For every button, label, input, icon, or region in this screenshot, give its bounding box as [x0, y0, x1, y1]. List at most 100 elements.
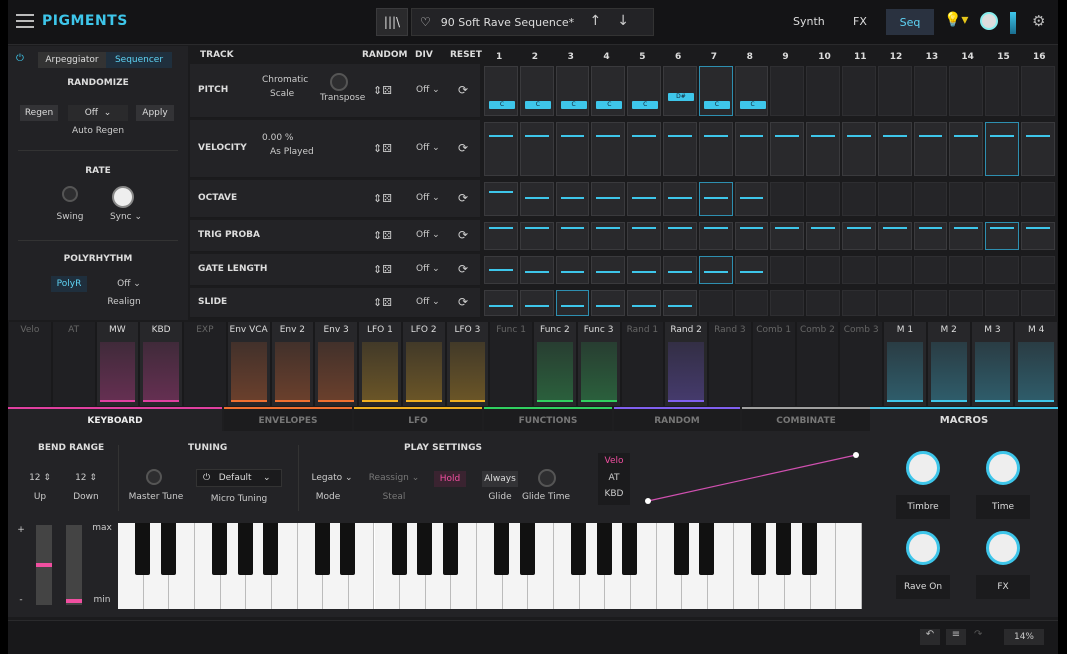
time-macro-label[interactable]: Time — [976, 495, 1030, 519]
step-cell[interactable] — [913, 66, 948, 116]
mod-source-mw[interactable]: MW — [96, 322, 139, 406]
step-cell[interactable] — [663, 182, 697, 216]
step-cell[interactable] — [842, 66, 876, 116]
black-key[interactable] — [160, 523, 176, 575]
step-cell[interactable] — [484, 290, 518, 316]
step-cell[interactable] — [698, 122, 733, 176]
black-key[interactable] — [519, 523, 535, 575]
mod-source-rand-3[interactable]: Rand 3 — [709, 322, 751, 406]
step-cell[interactable] — [555, 182, 590, 216]
black-key[interactable] — [417, 523, 433, 575]
row-control-primary[interactable]: Chromatic — [262, 75, 308, 85]
mod-source-env-3[interactable]: Env 3 — [315, 322, 357, 406]
step-cell[interactable] — [949, 256, 984, 284]
dice-random-icon[interactable]: ⇕⚄ — [373, 296, 392, 309]
realign-label[interactable]: Realign — [94, 297, 154, 307]
tab-seq[interactable]: Seq — [886, 9, 934, 35]
mod-source-m-1[interactable]: M 1 — [884, 322, 926, 406]
tab-functions[interactable]: FUNCTIONS — [484, 407, 612, 431]
polyr-button[interactable]: PolyR — [51, 276, 87, 292]
undo-icon[interactable]: ↶ — [920, 629, 940, 645]
pitch-bend-wheel[interactable] — [36, 525, 52, 605]
step-cell[interactable] — [985, 122, 1019, 176]
step-cell[interactable] — [484, 222, 518, 250]
mod-source-func-1[interactable]: Func 1 — [490, 322, 532, 406]
black-key[interactable] — [801, 523, 817, 575]
step-cell[interactable] — [913, 182, 948, 216]
step-cell[interactable] — [985, 290, 1019, 316]
step-cell[interactable] — [949, 222, 984, 250]
polyr-value-select[interactable]: Off ⌄ — [104, 279, 154, 289]
step-cell[interactable] — [734, 222, 769, 250]
master-volume-knob[interactable] — [980, 12, 998, 30]
step-cell[interactable] — [877, 182, 912, 216]
div-select[interactable]: Off ⌄ — [416, 193, 440, 203]
black-key[interactable] — [673, 523, 689, 575]
step-cell[interactable] — [627, 256, 661, 284]
black-key[interactable] — [622, 523, 638, 575]
mod-source-func-3[interactable]: Func 3 — [577, 322, 620, 406]
step-cell[interactable] — [734, 256, 769, 284]
step-cell[interactable] — [519, 256, 554, 284]
div-select[interactable]: Off ⌄ — [416, 297, 440, 307]
step-cell[interactable]: C — [591, 66, 626, 116]
step-cell[interactable] — [1021, 182, 1055, 216]
step-cell[interactable] — [519, 290, 554, 316]
piano-keyboard[interactable] — [118, 523, 862, 609]
glide-time-knob[interactable] — [538, 469, 556, 487]
step-cell[interactable] — [913, 222, 948, 250]
library-button[interactable]: |||\ — [376, 8, 408, 36]
master-tune-knob[interactable] — [146, 469, 162, 485]
preset-nav-arrows-icon[interactable]: ↑↓ — [590, 13, 645, 29]
mod-source-rand-1[interactable]: Rand 1 — [621, 322, 664, 406]
reset-icon[interactable]: ⟳ — [458, 262, 468, 276]
mod-source-env-2[interactable]: Env 2 — [271, 322, 314, 406]
step-cell[interactable] — [484, 122, 518, 176]
black-key[interactable] — [211, 523, 227, 575]
history-list-icon[interactable]: ≡ — [946, 629, 966, 645]
step-cell[interactable] — [1021, 122, 1055, 176]
tab-lfo[interactable]: LFO — [354, 407, 482, 431]
black-key[interactable] — [314, 523, 330, 575]
step-cell[interactable]: C — [698, 66, 733, 116]
auto-regen-label[interactable]: Auto Regen — [8, 126, 188, 136]
step-cell[interactable] — [663, 222, 697, 250]
gear-icon[interactable]: ⚙ — [1032, 12, 1045, 30]
step-cell[interactable] — [698, 222, 733, 250]
apply-button[interactable]: Apply — [136, 105, 174, 121]
lightbulb-icon[interactable]: 💡▾ — [944, 12, 968, 28]
step-cell[interactable] — [591, 290, 626, 316]
step-cell[interactable] — [484, 182, 518, 216]
step-cell[interactable] — [591, 122, 626, 176]
step-cell[interactable] — [555, 122, 590, 176]
velocity-curve-editor[interactable] — [644, 451, 860, 507]
randomize-mode-select[interactable]: Off ⌄ — [68, 105, 128, 121]
step-cell[interactable] — [842, 222, 876, 250]
hold-button[interactable]: Hold — [434, 471, 466, 487]
tab-synth[interactable]: Synth — [793, 15, 825, 28]
step-cell[interactable] — [770, 182, 805, 216]
mod-source-env-vca[interactable]: Env VCA — [227, 322, 270, 406]
regen-button[interactable]: Regen — [20, 105, 58, 121]
fx-macro-knob[interactable] — [986, 531, 1020, 565]
step-cell[interactable] — [698, 182, 733, 216]
step-cell[interactable] — [484, 256, 518, 284]
step-cell[interactable] — [985, 222, 1019, 250]
mod-source-m-4[interactable]: M 4 — [1015, 322, 1057, 406]
div-select[interactable]: Off ⌄ — [416, 85, 440, 95]
step-cell[interactable]: D# — [663, 66, 697, 116]
black-key[interactable] — [596, 523, 612, 575]
tuning-preset-select[interactable]: ⏻ Default ⌄ — [196, 469, 282, 487]
black-key[interactable] — [391, 523, 407, 575]
mod-source-rand-2[interactable]: Rand 2 — [665, 322, 707, 406]
step-cell[interactable] — [842, 256, 876, 284]
dice-random-icon[interactable]: ⇕⚄ — [373, 84, 392, 97]
step-cell[interactable] — [949, 182, 984, 216]
black-key[interactable] — [494, 523, 510, 575]
mod-source-comb-3[interactable]: Comb 3 — [840, 322, 882, 406]
step-cell[interactable] — [591, 222, 626, 250]
heart-icon[interactable]: ♡ — [420, 15, 431, 29]
black-key[interactable] — [340, 523, 356, 575]
black-key[interactable] — [571, 523, 587, 575]
step-cell[interactable] — [913, 290, 948, 316]
